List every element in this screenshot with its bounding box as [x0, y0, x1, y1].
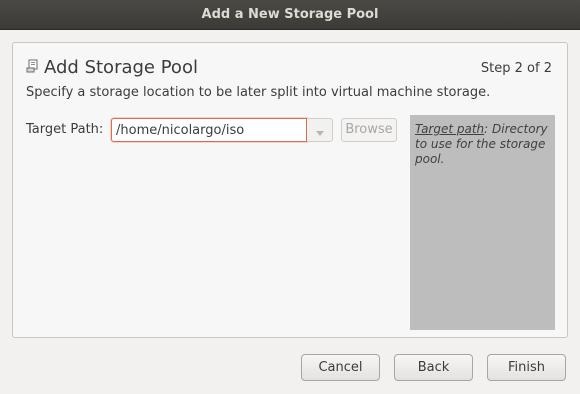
page-title: Add Storage Pool: [44, 57, 198, 78]
storage-pool-icon: [26, 58, 40, 73]
page-subtitle: Specify a storage location to be later s…: [26, 85, 491, 100]
help-term: Target path: [415, 122, 485, 136]
back-button[interactable]: Back: [394, 354, 473, 381]
help-panel: Target path: Directory to use for the st…: [410, 115, 555, 330]
window-title: Add a New Storage Pool: [0, 0, 580, 30]
cancel-button[interactable]: Cancel: [301, 354, 380, 381]
target-path-dropdown-button[interactable]: [307, 118, 333, 142]
target-path-input[interactable]: [111, 118, 307, 142]
chevron-down-icon: [315, 121, 324, 140]
finish-button[interactable]: Finish: [487, 354, 566, 381]
wizard-panel: Add Storage Pool Step 2 of 2 Specify a s…: [12, 42, 568, 338]
browse-button[interactable]: Browse: [341, 118, 397, 142]
step-indicator: Step 2 of 2: [480, 61, 552, 76]
target-path-label: Target Path:: [26, 122, 104, 137]
target-path-combo[interactable]: [111, 118, 333, 142]
dialog-window: Add a New Storage Pool Add Storage Pool …: [0, 0, 580, 394]
